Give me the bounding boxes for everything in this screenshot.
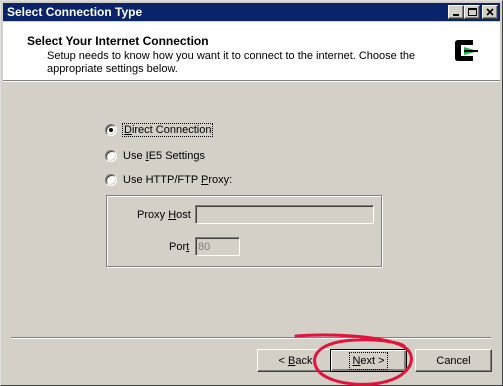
- http-ftp-proxy-radio[interactable]: [105, 174, 117, 186]
- direct-connection-label[interactable]: Direct Connection: [121, 123, 214, 137]
- maximize-button[interactable]: [464, 5, 480, 19]
- title-bar[interactable]: Select Connection Type: [3, 3, 500, 21]
- proxy-host-label: Proxy Host: [137, 209, 191, 221]
- wizard-header: Select Your Internet Connection Setup ne…: [3, 22, 500, 81]
- cancel-button[interactable]: Cancel: [415, 349, 492, 372]
- port-label: Port: [169, 241, 190, 253]
- ie5-settings-label[interactable]: Use IE5 Settings: [123, 150, 205, 162]
- window-controls: [448, 5, 498, 19]
- direct-connection-option[interactable]: Direct Connection: [105, 123, 214, 137]
- header-subtitle: Setup needs to know how you want it to c…: [47, 50, 416, 75]
- proxy-host-input[interactable]: [196, 206, 373, 223]
- button-separator: [11, 337, 491, 339]
- ie5-settings-radio[interactable]: [105, 150, 117, 162]
- minimize-button[interactable]: [448, 5, 464, 19]
- cancel-button-label: Cancel: [436, 354, 471, 367]
- http-ftp-proxy-label[interactable]: Use HTTP/FTP Proxy:: [123, 174, 232, 186]
- header-title: Select Your Internet Connection: [27, 34, 209, 48]
- close-button[interactable]: [482, 5, 498, 19]
- dialog-window: Select Connection Type Select Your Inter…: [0, 0, 503, 386]
- back-button[interactable]: < Back: [257, 349, 334, 372]
- close-icon: [486, 8, 494, 16]
- next-button-label: Next >: [349, 351, 388, 370]
- direct-connection-radio[interactable]: [105, 124, 117, 136]
- maximize-icon: [468, 8, 477, 16]
- window-title: Select Connection Type: [7, 5, 143, 19]
- back-button-label: < Back: [278, 354, 313, 367]
- proxy-host-field[interactable]: [195, 205, 374, 224]
- next-button[interactable]: Next >: [330, 349, 407, 372]
- header-divider: [3, 81, 500, 82]
- port-field[interactable]: [195, 237, 240, 256]
- ie5-settings-option[interactable]: Use IE5 Settings: [105, 150, 205, 162]
- http-ftp-proxy-option[interactable]: Use HTTP/FTP Proxy:: [105, 174, 232, 186]
- minimize-icon: [453, 14, 459, 16]
- port-input[interactable]: [196, 238, 239, 255]
- connection-logo-icon: [455, 40, 478, 61]
